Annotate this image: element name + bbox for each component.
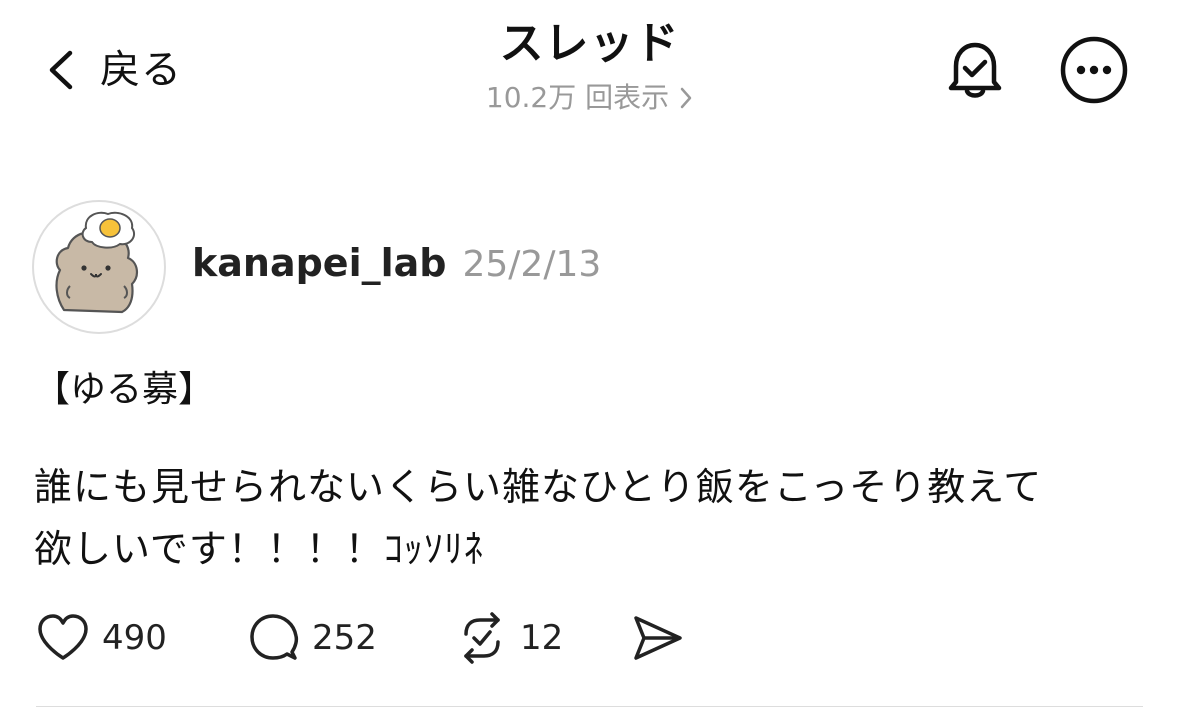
post-body-line: 誰にも見せられないくらい雑なひとり飯をこっそり教えて [34, 465, 1043, 509]
send-icon [632, 614, 684, 662]
like-count: 490 [102, 618, 167, 658]
more-horizontal-icon [1058, 34, 1130, 110]
post-date: 25/2/13 [462, 244, 602, 285]
post-body: 誰にも見せられないくらい雑なひとり飯をこっそり教えて 欲しいです！！！！ｺｯｿﾘ… [34, 456, 1144, 580]
author-username[interactable]: kanapei_lab [192, 244, 446, 282]
post-body-line: 欲しいです！！！！ｺｯｿﾘﾈ [34, 527, 484, 571]
like-button[interactable]: 490 [36, 613, 248, 663]
chevron-right-icon [669, 86, 693, 110]
post-tag: 【ゆる募】 [34, 369, 215, 410]
notify-button[interactable] [940, 36, 1010, 106]
reply-count: 252 [312, 618, 377, 658]
post-actions: 490 252 12 [36, 612, 684, 664]
view-count: 10.2万 回表示 [485, 81, 670, 114]
repost-button[interactable]: 12 [456, 612, 632, 664]
heart-icon [36, 613, 90, 663]
comment-icon [248, 612, 300, 664]
more-options-button[interactable] [1058, 36, 1130, 108]
divider [36, 706, 1143, 707]
avatar[interactable] [32, 200, 166, 334]
reply-button[interactable]: 252 [248, 612, 456, 664]
repost-icon [456, 612, 508, 664]
repost-count: 12 [520, 618, 564, 658]
bell-check-icon [942, 36, 1008, 106]
share-button[interactable] [632, 614, 684, 662]
